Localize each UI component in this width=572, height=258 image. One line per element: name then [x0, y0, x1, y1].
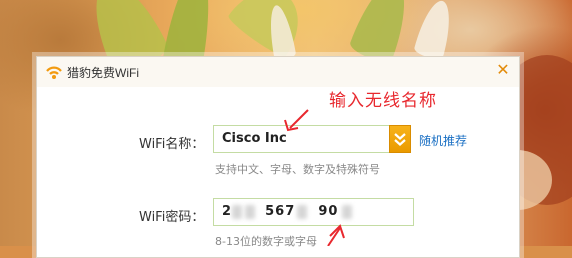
wifi-password-hint: 8-13位的数字或字母 — [215, 235, 317, 248]
wifi-password-input[interactable]: 2 567 90 — [213, 198, 414, 226]
wifi-name-hint: 支持中文、字母、数字及特殊符号 — [215, 163, 380, 176]
annotation-label: 输入无线名称 — [329, 91, 437, 111]
wifi-name-label: WiFi名称： — [139, 137, 205, 152]
double-chevron-down-icon — [394, 133, 406, 146]
close-icon[interactable]: ✕ — [495, 62, 511, 78]
password-blur — [245, 205, 255, 219]
password-blur — [342, 205, 352, 219]
wifi-name-value: Cisco Inc — [222, 131, 287, 146]
name-dropdown-button[interactable] — [389, 125, 411, 153]
wifi-dialog: 猎豹免费WiFi ✕ WiFi名称： Cisco Inc 随机推荐 支持中文、字… — [36, 56, 520, 258]
password-part: 567 — [265, 204, 296, 219]
wifi-logo-icon — [46, 66, 62, 79]
wifi-name-input[interactable]: Cisco Inc — [213, 125, 411, 153]
random-recommend-link[interactable]: 随机推荐 — [419, 132, 467, 149]
password-blur — [297, 205, 307, 219]
password-blur — [232, 205, 242, 219]
title-bar[interactable]: 猎豹免费WiFi ✕ — [37, 57, 519, 87]
wifi-password-label: WiFi密码： — [139, 210, 205, 225]
password-part: 90 — [318, 204, 339, 219]
app-title: 猎豹免费WiFi — [67, 66, 139, 80]
password-part: 2 — [222, 204, 233, 219]
